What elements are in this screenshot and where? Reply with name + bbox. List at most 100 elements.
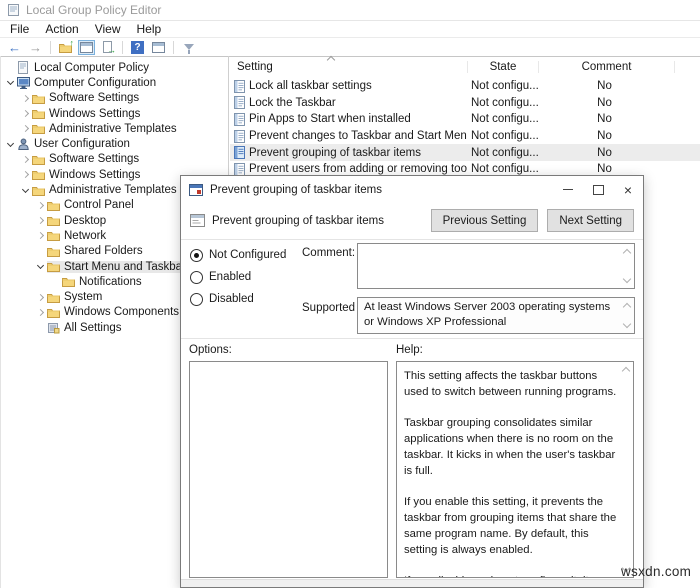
state-value: Not configu... bbox=[467, 113, 537, 125]
menu-help[interactable]: Help bbox=[129, 22, 170, 36]
tree-node[interactable]: Desktop bbox=[47, 215, 109, 227]
chevron-right-icon[interactable] bbox=[34, 295, 47, 300]
tree-item-computer-configuration[interactable]: Computer Configuration bbox=[1, 75, 228, 90]
options-box[interactable] bbox=[189, 361, 388, 578]
tree-item-label: Software Settings bbox=[48, 92, 139, 104]
comment-input[interactable] bbox=[357, 243, 635, 289]
chevron-right-icon[interactable] bbox=[19, 96, 32, 101]
tree-item-software-settings[interactable]: Software Settings bbox=[1, 152, 228, 167]
back-icon[interactable]: ← bbox=[6, 40, 23, 55]
chevron-right-icon[interactable] bbox=[34, 233, 47, 238]
folder-icon bbox=[32, 93, 48, 104]
radio-button-icon[interactable] bbox=[190, 271, 203, 284]
help-label: Help: bbox=[396, 344, 423, 356]
radio-button-icon[interactable] bbox=[190, 249, 203, 262]
menu-view[interactable]: View bbox=[87, 22, 129, 36]
chevron-down-icon[interactable] bbox=[4, 143, 17, 146]
scroll-down-icon[interactable] bbox=[623, 275, 631, 283]
tree-node[interactable]: Start Menu and Taskbar bbox=[47, 261, 189, 273]
radio-label: Disabled bbox=[209, 293, 254, 305]
list-row-pin-apps-to-start-when-installed[interactable]: Pin Apps to Start when installedNot conf… bbox=[230, 111, 700, 128]
setting-name: Prevent changes to Taskbar and Start Men… bbox=[249, 130, 467, 142]
dialog-separator bbox=[181, 338, 643, 339]
tree-item-label: Control Panel bbox=[63, 199, 134, 211]
scroll-up-icon[interactable] bbox=[622, 367, 630, 375]
tree-node[interactable]: Network bbox=[47, 230, 109, 242]
next-setting-button[interactable]: Next Setting bbox=[547, 209, 634, 232]
radio-enabled[interactable]: Enabled bbox=[190, 269, 286, 285]
comment-value: No bbox=[537, 147, 672, 159]
scroll-up-icon[interactable] bbox=[623, 303, 631, 311]
chevron-right-icon[interactable] bbox=[19, 111, 32, 116]
chevron-down-icon[interactable] bbox=[4, 81, 17, 84]
show-hide-console-tree-icon[interactable] bbox=[78, 40, 95, 55]
chevron-down-icon[interactable] bbox=[34, 265, 47, 268]
tree-node[interactable]: Administrative Templates bbox=[32, 123, 180, 135]
tree-node[interactable]: Software Settings bbox=[32, 153, 142, 165]
tree-node[interactable]: Control Panel bbox=[47, 199, 137, 211]
folder-icon bbox=[32, 108, 48, 119]
tree-node[interactable]: System bbox=[47, 291, 105, 303]
chevron-right-icon[interactable] bbox=[34, 203, 47, 208]
folder-icon bbox=[32, 123, 48, 134]
chevron-down-icon[interactable] bbox=[19, 189, 32, 192]
list-row-lock-the-taskbar[interactable]: Lock the TaskbarNot configu...No bbox=[230, 95, 700, 112]
radio-not-configured[interactable]: Not Configured bbox=[190, 247, 286, 263]
folder-icon bbox=[47, 261, 63, 272]
tree-item-user-configuration[interactable]: User Configuration bbox=[1, 136, 228, 151]
filter-icon[interactable] bbox=[180, 40, 197, 55]
chevron-right-icon[interactable] bbox=[19, 172, 32, 177]
forward-icon[interactable]: → bbox=[27, 40, 44, 55]
tree-node[interactable]: User Configuration bbox=[17, 138, 133, 150]
setting-name: Prevent users from adding or removing to… bbox=[249, 163, 467, 175]
list-row-prevent-grouping-of-taskbar-items[interactable]: Prevent grouping of taskbar itemsNot con… bbox=[230, 144, 700, 161]
policy-doc-icon bbox=[234, 96, 245, 109]
menu-file[interactable]: File bbox=[2, 22, 37, 36]
tree-item-label: Desktop bbox=[63, 215, 106, 227]
options-label: Options: bbox=[189, 344, 232, 356]
tree-node[interactable]: Computer Configuration bbox=[17, 77, 159, 89]
tree-node[interactable]: All Settings bbox=[47, 322, 125, 334]
column-header-comment[interactable]: Comment bbox=[538, 61, 675, 73]
help-icon[interactable]: ? bbox=[129, 40, 146, 55]
tree-node[interactable]: Local Computer Policy bbox=[17, 61, 152, 74]
scroll-up-icon[interactable] bbox=[623, 249, 631, 257]
tree-node[interactable]: Software Settings bbox=[32, 92, 142, 104]
tree-item-administrative-templates[interactable]: Administrative Templates bbox=[1, 121, 228, 136]
radio-button-icon[interactable] bbox=[190, 293, 203, 306]
up-one-level-icon[interactable]: ↑ bbox=[57, 40, 74, 55]
column-header-state[interactable]: State bbox=[467, 61, 538, 73]
menu-action[interactable]: Action bbox=[37, 22, 86, 36]
tree-node[interactable]: Windows Settings bbox=[32, 169, 143, 181]
chevron-right-icon[interactable] bbox=[19, 157, 32, 162]
scroll-down-icon[interactable] bbox=[623, 320, 631, 328]
tree-node[interactable]: Windows Components bbox=[47, 306, 182, 318]
radio-disabled[interactable]: Disabled bbox=[190, 291, 286, 307]
column-header-setting[interactable]: Setting bbox=[230, 61, 467, 73]
supported-on-box[interactable]: At least Windows Server 2003 operating s… bbox=[357, 297, 635, 334]
minimize-button[interactable] bbox=[553, 176, 583, 203]
export-list-icon[interactable]: → bbox=[99, 40, 116, 55]
maximize-button[interactable] bbox=[583, 176, 613, 203]
tree-node[interactable]: Shared Folders bbox=[47, 245, 146, 257]
list-row-prevent-changes-to-taskbar-and-start-menu-setti[interactable]: Prevent changes to Taskbar and Start Men… bbox=[230, 128, 700, 145]
tree-item-label: Computer Configuration bbox=[33, 77, 156, 89]
tree-node[interactable]: Administrative Templates bbox=[32, 184, 180, 196]
tree-item-local-computer-policy[interactable]: Local Computer Policy bbox=[1, 60, 228, 75]
tree-item-windows-settings[interactable]: Windows Settings bbox=[1, 106, 228, 121]
chevron-right-icon[interactable] bbox=[19, 126, 32, 131]
tree-item-software-settings[interactable]: Software Settings bbox=[1, 91, 228, 106]
chevron-right-icon[interactable] bbox=[34, 218, 47, 223]
previous-setting-button[interactable]: Previous Setting bbox=[431, 209, 539, 232]
dialog-window-controls: × bbox=[553, 176, 643, 203]
help-box[interactable]: This setting affects the taskbar buttons… bbox=[396, 361, 634, 578]
properties-window-icon[interactable] bbox=[150, 40, 167, 55]
setting-name: Lock all taskbar settings bbox=[249, 80, 372, 92]
tree-item-label: All Settings bbox=[63, 322, 122, 334]
close-icon[interactable]: × bbox=[613, 176, 643, 203]
folder-icon bbox=[47, 307, 63, 318]
chevron-right-icon[interactable] bbox=[34, 310, 47, 315]
tree-node[interactable]: Notifications bbox=[62, 276, 145, 288]
list-row-lock-all-taskbar-settings[interactable]: Lock all taskbar settingsNot configu...N… bbox=[230, 78, 700, 95]
tree-node[interactable]: Windows Settings bbox=[32, 108, 143, 120]
